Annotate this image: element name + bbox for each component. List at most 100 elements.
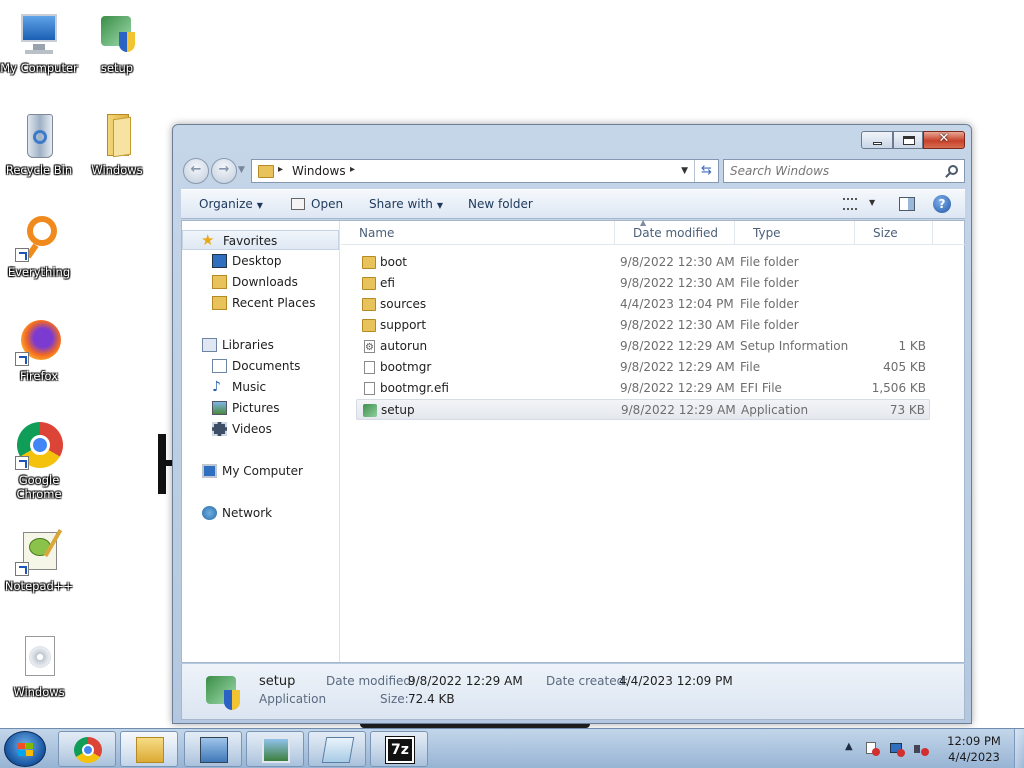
- details-date-modified-label: Date modified:: [326, 674, 416, 688]
- nav-label: Videos: [232, 422, 272, 436]
- change-view-icon[interactable]: [843, 198, 857, 210]
- taskbar-control-panel[interactable]: [184, 731, 242, 767]
- address-history-dropdown[interactable]: ▼: [681, 166, 688, 176]
- nav-item-network[interactable]: Network: [182, 503, 339, 523]
- file-row[interactable]: autorun 9/8/2022 12:29 AM Setup Informat…: [356, 336, 930, 358]
- chrome-icon: [74, 737, 102, 763]
- file-row[interactable]: bootmgr 9/8/2022 12:29 AM File 405 KB: [356, 357, 930, 378]
- close-button[interactable]: ✕: [923, 131, 965, 149]
- nav-label: Music: [232, 380, 267, 394]
- view-options-dropdown[interactable]: ▼: [869, 198, 875, 207]
- column-type[interactable]: Type: [735, 221, 855, 245]
- search-icon[interactable]: [948, 165, 958, 175]
- taskbar-explorer[interactable]: [120, 731, 178, 767]
- file-row[interactable]: sources 4/4/2023 12:04 PM File folder: [356, 294, 930, 315]
- desktop-icon-everything[interactable]: Everything: [0, 214, 78, 279]
- notepad-icon: [321, 737, 355, 763]
- file-row[interactable]: support 9/8/2022 12:30 AM File folder: [356, 315, 930, 336]
- open-button[interactable]: Open: [291, 197, 343, 211]
- back-arrow-icon: ←: [190, 162, 202, 177]
- share-with-button[interactable]: Share with ▼: [369, 197, 443, 211]
- taskbar-notepad[interactable]: [308, 731, 366, 767]
- desktop-icon-notepad-plus-plus[interactable]: Notepad++: [0, 528, 78, 593]
- show-hidden-icons-button[interactable]: ▲: [845, 741, 853, 752]
- minimize-button[interactable]: [861, 131, 893, 149]
- chevron-down-icon: ▼: [256, 201, 263, 210]
- file-type: File: [740, 360, 761, 374]
- address-bar[interactable]: ▸ Windows ▸ ▼ ⇆: [251, 159, 719, 183]
- file-name: autorun: [380, 339, 428, 353]
- forward-button[interactable]: →: [211, 158, 237, 184]
- maximize-button[interactable]: [893, 131, 923, 149]
- taskbar-7zip[interactable]: 7z: [370, 731, 428, 767]
- help-icon[interactable]: ?: [933, 195, 951, 213]
- nav-item-videos[interactable]: Videos: [182, 419, 339, 439]
- action-center-icon[interactable]: [866, 742, 880, 756]
- details-pane: setup Application Date modified: 9/8/202…: [181, 664, 965, 720]
- taskbar-chrome[interactable]: [58, 731, 116, 767]
- file-size: 405 KB: [883, 360, 926, 374]
- start-button[interactable]: [4, 731, 46, 767]
- libraries-icon: [202, 338, 217, 352]
- column-date-modified[interactable]: Date modified: [615, 221, 735, 245]
- desktop-icon-windows-disc-image[interactable]: Windows: [0, 634, 78, 699]
- file-size: 73 KB: [889, 403, 925, 417]
- nav-item-libraries[interactable]: Libraries: [182, 335, 339, 355]
- recent-pages-dropdown[interactable]: ▼: [238, 165, 245, 175]
- folder-icon: [362, 319, 376, 332]
- desktop-icon-my-computer[interactable]: My Computer: [0, 10, 78, 75]
- desktop-icon-windows-folder[interactable]: Windows: [78, 112, 156, 177]
- shortcut-arrow-icon: [15, 562, 29, 576]
- search-input[interactable]: [730, 161, 940, 181]
- file-row[interactable]: efi 9/8/2022 12:30 AM File folder: [356, 273, 930, 294]
- nav-item-favorites[interactable]: ★ Favorites: [182, 230, 339, 250]
- desktop-icon-recycle-bin[interactable]: Recycle Bin: [0, 112, 78, 177]
- taskbar-photo-viewer[interactable]: [246, 731, 304, 767]
- setup-icon: [93, 10, 141, 58]
- network-status-icon[interactable]: [890, 742, 905, 757]
- file-row[interactable]: bootmgr.efi 9/8/2022 12:29 AM EFI File 1…: [356, 378, 930, 399]
- star-icon: ★: [201, 231, 215, 249]
- volume-muted-icon[interactable]: [914, 742, 929, 756]
- nav-label: Libraries: [222, 338, 274, 352]
- file-type: Setup Information: [740, 339, 849, 353]
- nav-item-music[interactable]: ♪ Music: [182, 377, 339, 397]
- nav-item-documents[interactable]: Documents: [182, 356, 339, 376]
- folder-icon: [362, 277, 376, 290]
- column-name[interactable]: Name: [341, 221, 615, 245]
- file-date: 9/8/2022 12:29 AM: [620, 381, 735, 395]
- file-name: efi: [380, 276, 395, 290]
- nav-item-my-computer[interactable]: My Computer: [182, 461, 339, 481]
- nav-item-downloads[interactable]: Downloads: [182, 272, 339, 292]
- desktop-icon-firefox[interactable]: Firefox: [0, 318, 78, 383]
- nav-label: Favorites: [223, 234, 278, 248]
- system-clock[interactable]: 12:09 PM 4/4/2023: [936, 733, 1012, 765]
- search-box: [723, 159, 965, 183]
- nav-item-pictures[interactable]: Pictures: [182, 398, 339, 418]
- 7zip-icon: 7z: [385, 736, 415, 764]
- file-name: setup: [381, 403, 415, 417]
- firefox-icon: [15, 318, 63, 366]
- file-row[interactable]: boot 9/8/2022 12:30 AM File folder: [356, 252, 930, 273]
- file-name: sources: [380, 297, 427, 311]
- refresh-button[interactable]: ⇆: [694, 160, 718, 182]
- new-folder-button[interactable]: New folder: [468, 197, 533, 211]
- nav-item-desktop[interactable]: Desktop: [182, 251, 339, 271]
- refresh-icon: ⇆: [701, 163, 712, 178]
- file-row-selected[interactable]: setup 9/8/2022 12:29 AM Application 73 K…: [356, 399, 930, 420]
- desktop-icon-setup[interactable]: setup: [78, 10, 156, 75]
- breadcrumb-windows[interactable]: Windows: [292, 164, 346, 178]
- file-name: bootmgr.efi: [380, 381, 449, 395]
- nav-item-recent-places[interactable]: Recent Places: [182, 293, 339, 313]
- preview-pane-icon[interactable]: [899, 197, 915, 211]
- breadcrumb-separator[interactable]: ▸: [350, 164, 355, 175]
- show-desktop-button[interactable]: [1014, 729, 1024, 768]
- column-size[interactable]: Size: [855, 221, 933, 245]
- breadcrumb-separator[interactable]: ▸: [278, 164, 283, 175]
- desktop-icon-google-chrome[interactable]: Google Chrome: [0, 422, 78, 501]
- setup-icon: [204, 672, 244, 712]
- organize-button[interactable]: Organize ▼: [199, 197, 263, 211]
- back-button[interactable]: ←: [183, 158, 209, 184]
- documents-icon: [212, 359, 227, 373]
- recycle-bin-icon: [15, 112, 63, 160]
